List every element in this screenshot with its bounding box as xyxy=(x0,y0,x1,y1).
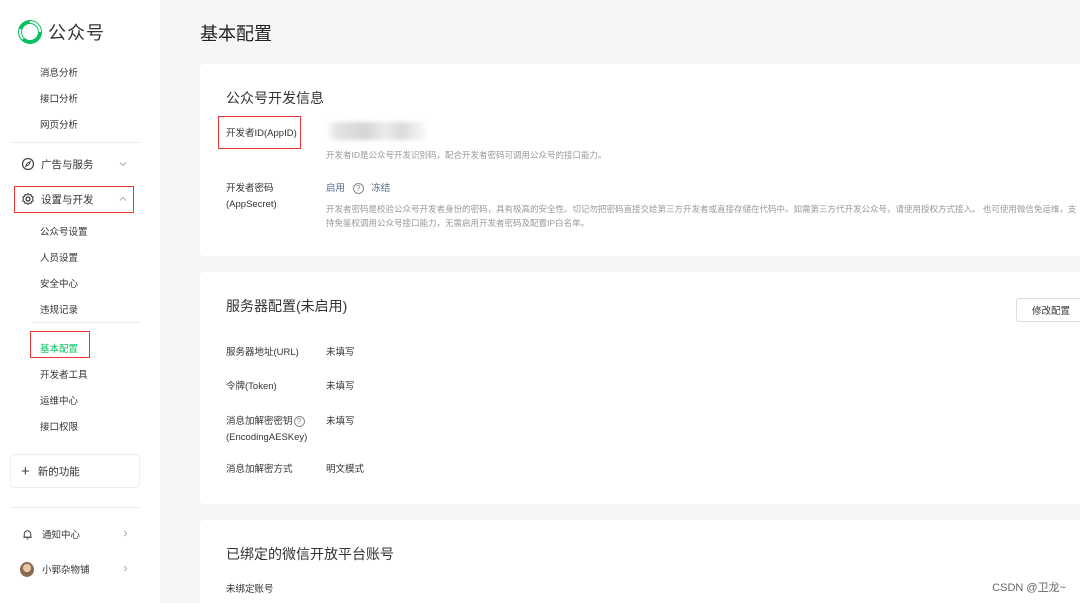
appid-value-redacted xyxy=(326,122,426,140)
plus-icon: + xyxy=(21,462,30,480)
brand-logo[interactable]: 公众号 xyxy=(18,20,105,44)
sidebar-item-web-analysis[interactable]: 网页分析 xyxy=(40,117,78,131)
help-icon[interactable]: ? xyxy=(352,182,364,194)
sidebar-group-label: 广告与服务 xyxy=(41,158,94,171)
aeskey-value: 未填写 xyxy=(326,416,355,427)
token-label: 令牌(Token) xyxy=(226,381,277,392)
sidebar-item-violation-records[interactable]: 违规记录 xyxy=(40,302,78,316)
chevron-right-icon xyxy=(123,565,128,572)
account-menu[interactable]: 小郭杂物铺 xyxy=(20,560,132,578)
open-platform-status: 未绑定账号 xyxy=(226,584,274,595)
sidebar-group-ads[interactable]: 广告与服务 xyxy=(16,151,134,177)
sidebar-item-staff-settings[interactable]: 人员设置 xyxy=(40,250,78,264)
divider xyxy=(10,507,140,508)
freeze-link[interactable]: 冻结 xyxy=(371,183,390,194)
sidebar-item-api-permissions[interactable]: 接口权限 xyxy=(40,419,78,433)
sidebar-item-security-center[interactable]: 安全中心 xyxy=(40,276,78,290)
chevron-right-icon xyxy=(123,530,128,537)
new-feature-label: 新的功能 xyxy=(37,465,80,478)
gear-icon xyxy=(21,192,35,206)
appid-description: 开发者ID是公众号开发识别码，配合开发者密码可调用公众号的接口能力。 xyxy=(326,150,607,160)
appid-label: 开发者ID(AppID) xyxy=(226,128,297,139)
chevron-up-icon xyxy=(119,196,127,201)
modify-config-button[interactable]: 修改配置 xyxy=(1016,298,1080,322)
aeskey-label: 消息加解密密钥? (EncodingAESKey) xyxy=(226,414,307,446)
avatar xyxy=(20,561,34,577)
card-title: 已绑定的微信开放平台账号 xyxy=(226,546,394,562)
card-title: 公众号开发信息 xyxy=(226,90,324,106)
encryption-mode-label: 消息加解密方式 xyxy=(226,464,293,475)
open-platform-card: 已绑定的微信开放平台账号 未绑定账号 xyxy=(200,520,1080,603)
watermark: CSDN @卫龙~ xyxy=(992,582,1066,594)
server-config-card: 服务器配置(未启用) 修改配置 服务器地址(URL) 未填写 令牌(Token)… xyxy=(200,272,1080,504)
encryption-mode-value: 明文模式 xyxy=(326,464,365,475)
sidebar-item-account-settings[interactable]: 公众号设置 xyxy=(40,224,88,238)
page-title: 基本配置 xyxy=(200,24,272,44)
token-value: 未填写 xyxy=(326,381,355,392)
server-url-label: 服务器地址(URL) xyxy=(226,347,299,358)
notification-label: 通知中心 xyxy=(42,530,81,541)
brand-name: 公众号 xyxy=(48,23,105,43)
account-name: 小郭杂物铺 xyxy=(42,565,90,576)
compass-icon xyxy=(21,157,35,171)
sidebar-group-label: 设置与开发 xyxy=(41,193,94,206)
sidebar-item-ops-center[interactable]: 运维中心 xyxy=(40,393,78,407)
appsecret-description: 开发者密码是校验公众号开发者身份的密码，具有极高的安全性。切记勿把密码直接交给第… xyxy=(326,204,1077,228)
server-url-value: 未填写 xyxy=(326,347,355,358)
notification-center[interactable]: 通知中心 xyxy=(20,525,132,543)
aeskey-label-line2: (EncodingAESKey) xyxy=(226,432,308,443)
divider xyxy=(32,322,140,323)
chevron-down-icon xyxy=(119,162,127,167)
developer-info-card: 公众号开发信息 开发者ID(AppID) 开发者ID是公众号开发识别码，配合开发… xyxy=(200,64,1080,256)
help-icon[interactable]: ? xyxy=(293,415,305,427)
sidebar-item-message-analysis[interactable]: 消息分析 xyxy=(40,65,78,79)
wechat-official-account-icon xyxy=(18,20,42,44)
new-feature-button[interactable]: + 新的功能 xyxy=(10,454,140,488)
sidebar: 公众号 消息分析 接口分析 网页分析 广告与服务 设置与开发 公众号设置 人员设… xyxy=(0,0,160,603)
appsecret-actions: 启用 ? 冻结 xyxy=(326,181,390,197)
sidebar-item-developer-tools[interactable]: 开发者工具 xyxy=(40,367,88,381)
enable-link[interactable]: 启用 xyxy=(326,183,345,194)
appsecret-label: 开发者密码(AppSecret) xyxy=(226,183,277,210)
sidebar-group-settings[interactable]: 设置与开发 xyxy=(16,186,134,212)
aeskey-label-line1: 消息加解密密钥 xyxy=(226,416,293,427)
divider xyxy=(10,142,140,143)
bell-icon xyxy=(20,527,34,541)
sidebar-item-basic-config[interactable]: 基本配置 xyxy=(40,341,78,355)
sidebar-item-api-analysis[interactable]: 接口分析 xyxy=(40,91,78,105)
card-title: 服务器配置(未启用) xyxy=(226,298,348,314)
